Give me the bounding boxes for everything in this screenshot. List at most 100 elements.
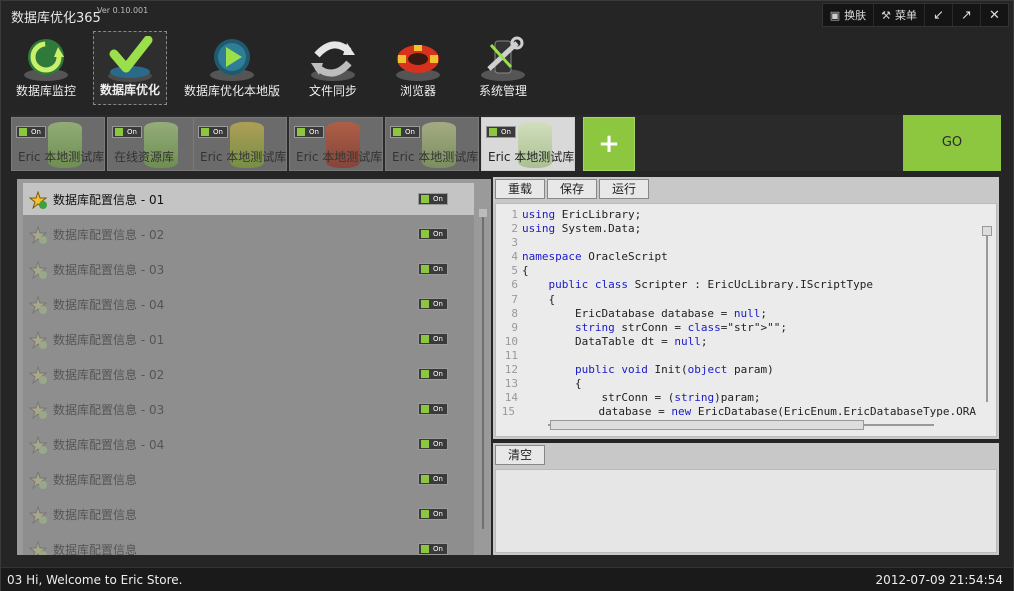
tool-system-management[interactable]: 系统管理	[467, 31, 539, 105]
item-toggle[interactable]: On	[418, 263, 448, 275]
editor-horizontal-scrollbar[interactable]	[548, 420, 934, 430]
list-item[interactable]: 数据库配置信息 - 03 On	[23, 253, 474, 285]
tool-label: 浏览器	[399, 84, 436, 98]
item-toggle[interactable]: On	[418, 333, 448, 345]
scrollbar-thumb[interactable]	[479, 209, 487, 217]
line-number: 9	[511, 320, 518, 334]
line-number: 14	[504, 391, 518, 405]
code-editor[interactable]: 1 using EricLibrary; 2 using System.Data; 3 4…	[495, 203, 997, 437]
tool-label: 数据库优化	[99, 83, 160, 97]
code-line: 13 {	[496, 377, 976, 391]
star-icon	[29, 331, 47, 349]
star-icon	[29, 436, 47, 454]
play-icon	[206, 35, 258, 83]
menu-button[interactable]: ⚒ 菜单	[873, 4, 924, 26]
code-line: 9 string strConn = class="str">"";	[496, 321, 976, 335]
tool-label: 数据库监控	[15, 84, 76, 98]
tool-file-sync[interactable]: 文件同步	[297, 31, 369, 105]
list-item[interactable]: 数据库配置信息 - 02 On	[23, 218, 474, 250]
scrollbar-thumb[interactable]	[982, 226, 992, 236]
star-icon	[29, 296, 47, 314]
code-text: using System.Data;	[522, 222, 642, 236]
db-tab[interactable]: On Eric 本地测试库	[193, 117, 287, 171]
wrench-icon: ⚒	[881, 8, 891, 22]
add-tab-button[interactable]: +	[583, 117, 635, 171]
list-item[interactable]: 数据库配置信息 - 04 On	[23, 428, 474, 460]
db-tab[interactable]: On Eric 本地测试库	[289, 117, 383, 171]
line-number: 15	[501, 405, 516, 419]
item-toggle[interactable]: On	[418, 543, 448, 555]
code-text: public class Scripter : EricUcLibrary.IS…	[548, 278, 874, 292]
code-text: public void Init(object param)	[574, 363, 774, 377]
list-item[interactable]: 数据库配置信息 On	[23, 498, 474, 530]
line-number: 6	[511, 278, 518, 292]
list-scrollbar[interactable]	[479, 209, 487, 529]
editor-vertical-scrollbar[interactable]	[982, 226, 992, 402]
tool-database-optimize-local[interactable]: 数据库优化本地版	[181, 31, 283, 105]
title-bar: 数据库优化365 Ver 0.10.001 ▣ 换肤 ⚒ 菜单 ↙ ↗ ✕	[1, 1, 1013, 29]
go-button[interactable]: GO	[903, 115, 1001, 171]
tool-database-optimize[interactable]: 数据库优化	[93, 31, 167, 105]
star-icon	[29, 191, 47, 209]
list-item-label: 数据库配置信息 - 01	[53, 193, 165, 207]
skin-button[interactable]: ▣ 换肤	[823, 4, 873, 26]
skin-icon: ▣	[829, 8, 841, 22]
code-line: 14 strConn = (string)param;	[496, 391, 976, 405]
run-button[interactable]: 运行	[599, 179, 650, 199]
db-tab[interactable]: On 在线资源库	[107, 117, 201, 171]
minimize-button[interactable]: ↙	[924, 4, 952, 26]
line-number: 5	[511, 264, 518, 278]
item-toggle[interactable]: On	[418, 508, 448, 520]
item-toggle[interactable]: On	[418, 193, 448, 205]
list-item[interactable]: 数据库配置信息 - 02 On	[23, 358, 474, 390]
db-tab[interactable]: On Eric 本地测试库	[11, 117, 105, 171]
maximize-icon: ↗	[961, 7, 972, 23]
config-list: 数据库配置信息 - 01 On 数据库配置信息 - 02 On 数据库配置信息 …	[23, 183, 474, 555]
tool-database-monitor[interactable]: 数据库监控	[7, 31, 85, 105]
code-text: {	[522, 292, 556, 306]
star-icon	[29, 366, 47, 384]
item-toggle[interactable]: On	[418, 403, 448, 415]
list-item[interactable]: 数据库配置信息 On	[23, 533, 474, 555]
list-item-label: 数据库配置信息	[53, 508, 138, 522]
tab-toggle[interactable]: On	[390, 126, 420, 138]
list-item[interactable]: 数据库配置信息 On	[23, 463, 474, 495]
maximize-button[interactable]: ↗	[952, 4, 980, 26]
code-line: 2 using System.Data;	[496, 222, 976, 236]
item-toggle[interactable]: On	[418, 368, 448, 380]
tool-browser[interactable]: 浏览器	[385, 31, 451, 105]
tab-toggle[interactable]: On	[198, 126, 228, 138]
close-icon: ✕	[989, 7, 1000, 23]
tab-label: Eric 本地测试库	[18, 150, 105, 164]
list-item[interactable]: 数据库配置信息 - 03 On	[23, 393, 474, 425]
tab-label: Eric 本地测试库	[296, 150, 383, 164]
save-button[interactable]: 保存	[547, 179, 598, 199]
list-item[interactable]: 数据库配置信息 - 01 On	[23, 323, 474, 355]
tab-label: Eric 本地测试库	[200, 150, 287, 164]
tool-label: 数据库优化本地版	[183, 84, 280, 98]
tab-label: 在线资源库	[114, 150, 175, 164]
line-number: 4	[511, 250, 518, 264]
list-item-label: 数据库配置信息 - 03	[53, 403, 165, 417]
output-panel: 清空	[493, 443, 999, 555]
tab-toggle[interactable]: On	[16, 126, 46, 138]
list-item[interactable]: 数据库配置信息 - 01 On	[23, 183, 474, 215]
output-area[interactable]	[495, 469, 997, 553]
item-toggle[interactable]: On	[418, 228, 448, 240]
close-button[interactable]: ✕	[980, 4, 1008, 26]
tab-toggle[interactable]: On	[486, 126, 516, 138]
item-toggle[interactable]: On	[418, 473, 448, 485]
item-toggle[interactable]: On	[418, 298, 448, 310]
list-item[interactable]: 数据库配置信息 - 04 On	[23, 288, 474, 320]
item-toggle[interactable]: On	[418, 438, 448, 450]
status-datetime: 2012-07-09 21:54:54	[875, 573, 1003, 587]
db-tab[interactable]: On Eric 本地测试库	[385, 117, 479, 171]
clear-button[interactable]: 清空	[495, 445, 546, 465]
db-tab-active[interactable]: On Eric 本地测试库	[481, 117, 575, 171]
tab-toggle[interactable]: On	[112, 126, 142, 138]
tab-toggle[interactable]: On	[294, 126, 324, 138]
reload-button[interactable]: 重载	[495, 179, 546, 199]
code-text: string strConn = class="str">"";	[574, 320, 787, 334]
scrollbar-thumb[interactable]	[550, 420, 864, 430]
line-number: 13	[504, 377, 518, 391]
